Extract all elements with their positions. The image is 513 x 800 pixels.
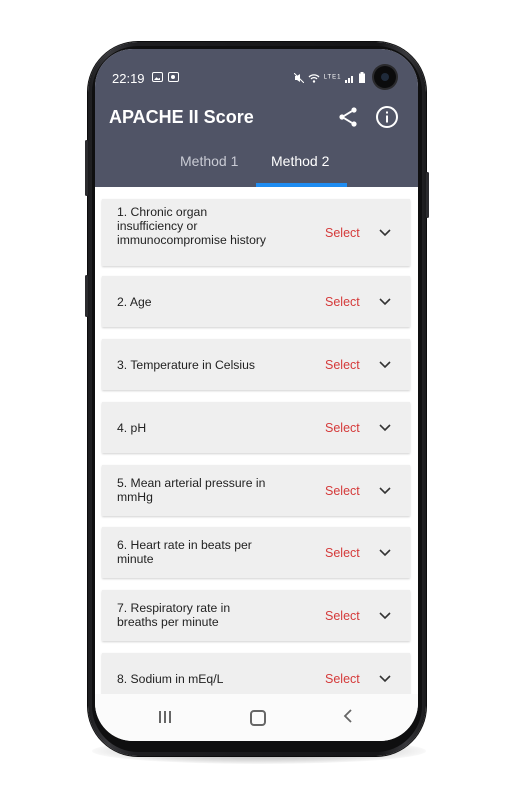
chevron-down-icon[interactable] (379, 549, 391, 557)
list-item-temperature[interactable]: 3. Temperature in Celsius Select (102, 339, 410, 390)
item-label: 7. Respiratory rate in breaths per minut… (117, 601, 231, 629)
list-item-chronic-organ[interactable]: 1. Chronic organ insufficiency or immuno… (102, 199, 410, 266)
item-label: 1. Chronic organ insufficiency or immuno… (117, 205, 266, 247)
chevron-down-icon[interactable] (379, 229, 391, 237)
item-label: 3. Temperature in Celsius (117, 358, 255, 372)
home-icon[interactable] (250, 710, 266, 726)
status-icons: LTE1 (293, 72, 366, 83)
status-time: 22:19 (112, 71, 145, 86)
front-camera (374, 66, 396, 88)
list-item-age[interactable]: 2. Age Select (102, 276, 410, 327)
mute-icon (293, 72, 305, 83)
item-list: 1. Chronic organ insufficiency or immuno… (95, 187, 418, 694)
list-item-sodium[interactable]: 8. Sodium in mEq/L Select (102, 653, 410, 694)
item-label: 2. Age (117, 295, 152, 309)
app-bar: 22:19 LTE1 APACHE II Score Method 1 Meth… (95, 49, 418, 187)
chevron-down-icon[interactable] (379, 361, 391, 369)
bixby-button (85, 275, 88, 317)
list-item-ph[interactable]: 4. pH Select (102, 402, 410, 453)
select-button[interactable]: Select (325, 484, 360, 498)
app-notification-icon (168, 72, 179, 82)
wifi-icon (308, 73, 320, 83)
select-button[interactable]: Select (325, 609, 360, 623)
volume-button (85, 140, 88, 196)
chevron-down-icon[interactable] (379, 424, 391, 432)
select-button[interactable]: Select (325, 672, 360, 686)
list-item-heart-rate[interactable]: 6. Heart rate in beats per minute Select (102, 527, 410, 578)
tab-method-2[interactable]: Method 2 (271, 153, 329, 169)
phone-screen: 22:19 LTE1 APACHE II Score Method 1 Meth… (95, 49, 418, 741)
select-button[interactable]: Select (325, 358, 360, 372)
gallery-notification-icon (152, 72, 163, 82)
chevron-down-icon[interactable] (379, 487, 391, 495)
select-button[interactable]: Select (325, 546, 360, 560)
item-label: 6. Heart rate in beats per minute (117, 538, 252, 566)
select-button[interactable]: Select (325, 295, 360, 309)
battery-icon (359, 72, 366, 83)
network-label: LTE1 (323, 74, 342, 81)
chevron-down-icon[interactable] (379, 612, 391, 620)
info-icon[interactable] (375, 105, 399, 129)
status-bar: 22:19 LTE1 (95, 49, 418, 101)
list-item-mean-arterial-pressure[interactable]: 5. Mean arterial pressure in mmHg Select (102, 465, 410, 516)
item-label: 4. pH (117, 421, 147, 435)
power-button (426, 172, 429, 218)
chevron-down-icon[interactable] (379, 675, 391, 683)
back-icon[interactable] (343, 709, 353, 723)
signal-icon (345, 75, 354, 83)
select-button[interactable]: Select (325, 421, 360, 435)
chevron-down-icon[interactable] (379, 298, 391, 306)
share-icon[interactable] (336, 105, 360, 129)
system-nav-bar (95, 694, 418, 741)
page-title: APACHE II Score (109, 107, 254, 127)
tab-method-1[interactable]: Method 1 (180, 153, 238, 169)
list-item-respiratory-rate[interactable]: 7. Respiratory rate in breaths per minut… (102, 590, 410, 641)
item-label: 5. Mean arterial pressure in mmHg (117, 476, 266, 504)
item-label: 8. Sodium in mEq/L (117, 672, 224, 686)
recent-apps-icon[interactable] (159, 711, 173, 723)
select-button[interactable]: Select (325, 226, 360, 240)
